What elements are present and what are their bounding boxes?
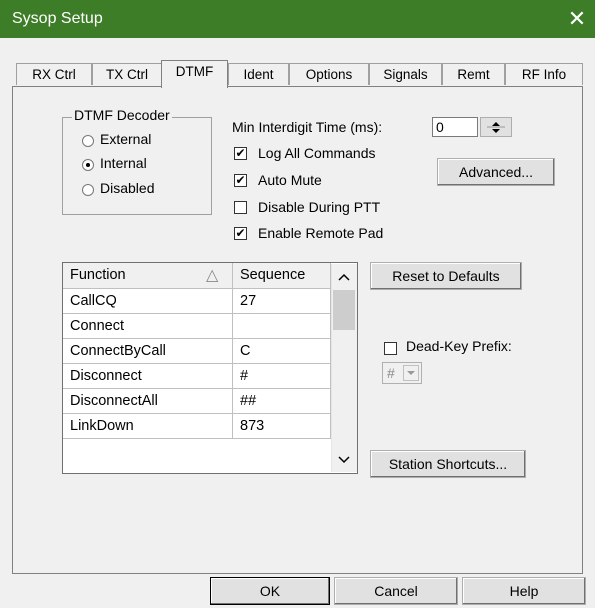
dead-key-prefix-select[interactable]: # [382, 362, 422, 384]
sort-ascending-icon: △ [206, 267, 219, 284]
tab-rx-ctrl[interactable]: RX Ctrl [16, 63, 92, 85]
scrollbar-thumb[interactable] [333, 290, 355, 330]
cell-sequence[interactable]: 27 [233, 289, 331, 314]
cell-function[interactable]: CallCQ [63, 289, 233, 314]
tab-options[interactable]: Options [289, 63, 369, 85]
cell-sequence[interactable]: C [233, 339, 331, 364]
log-all-commands-label: Log All Commands [258, 145, 376, 161]
cell-function[interactable]: Connect [63, 314, 233, 339]
radio-disabled-label: Disabled [100, 180, 155, 196]
cancel-button[interactable]: Cancel [334, 577, 458, 605]
tab-dtmf[interactable]: DTMF [161, 60, 228, 88]
cell-function[interactable]: LinkDown [63, 414, 233, 439]
decoder-legend: DTMF Decoder [72, 107, 172, 123]
log-all-commands-checkbox[interactable]: ✔ [234, 147, 247, 160]
dead-key-prefix-value: # [387, 365, 395, 381]
chevron-down-icon [403, 365, 419, 381]
dtmf-function-table[interactable]: Function △ Sequence CallCQ 27 Connect Co… [62, 262, 358, 474]
tab-tx-ctrl[interactable]: TX Ctrl [92, 63, 162, 85]
column-header-function[interactable]: Function △ [63, 263, 233, 289]
interdigit-label: Min Interdigit Time (ms): [232, 119, 383, 135]
title-bar: Sysop Setup ✕ [0, 0, 595, 38]
close-icon[interactable]: ✕ [563, 6, 591, 32]
tab-ident[interactable]: Ident [228, 63, 289, 85]
window-title: Sysop Setup [12, 10, 103, 27]
reset-to-defaults-button[interactable]: Reset to Defaults [370, 262, 522, 290]
scroll-down-icon[interactable] [332, 450, 356, 470]
dead-key-prefix-checkbox[interactable] [384, 342, 397, 355]
interdigit-input[interactable]: 0 [432, 117, 478, 137]
enable-remote-pad-label: Enable Remote Pad [258, 225, 384, 241]
cell-function[interactable]: ConnectByCall [63, 339, 233, 364]
column-header-function-label: Function [70, 267, 126, 283]
help-button[interactable]: Help [462, 577, 586, 605]
station-shortcuts-button[interactable]: Station Shortcuts... [370, 450, 526, 478]
cell-function[interactable]: Disconnect [63, 364, 233, 389]
spin-arrows-icon [487, 122, 505, 133]
tab-signals[interactable]: Signals [369, 63, 442, 85]
scroll-up-icon[interactable] [332, 268, 356, 288]
radio-internal-label: Internal [100, 155, 147, 171]
cell-sequence[interactable]: # [233, 364, 331, 389]
advanced-button[interactable]: Advanced... [437, 158, 555, 186]
column-header-sequence[interactable]: Sequence [233, 263, 331, 289]
tab-remt[interactable]: Remt [442, 63, 505, 85]
cell-sequence[interactable]: 873 [233, 414, 331, 439]
radio-external-label: External [100, 131, 152, 147]
auto-mute-checkbox[interactable]: ✔ [234, 174, 247, 187]
auto-mute-label: Auto Mute [258, 172, 322, 188]
ok-button[interactable]: OK [210, 577, 330, 605]
cell-sequence[interactable] [233, 314, 331, 339]
interdigit-spinner[interactable] [480, 117, 512, 137]
cell-sequence[interactable]: ## [233, 389, 331, 414]
enable-remote-pad-checkbox[interactable]: ✔ [234, 227, 247, 240]
disable-during-ptt-checkbox[interactable] [234, 201, 247, 214]
dead-key-prefix-label: Dead-Key Prefix: [406, 338, 512, 354]
radio-external[interactable] [82, 135, 94, 147]
radio-disabled[interactable] [82, 184, 94, 196]
radio-internal[interactable] [82, 159, 94, 171]
tab-rf-info[interactable]: RF Info [505, 63, 583, 85]
cell-function[interactable]: DisconnectAll [63, 389, 233, 414]
disable-during-ptt-label: Disable During PTT [258, 199, 381, 215]
